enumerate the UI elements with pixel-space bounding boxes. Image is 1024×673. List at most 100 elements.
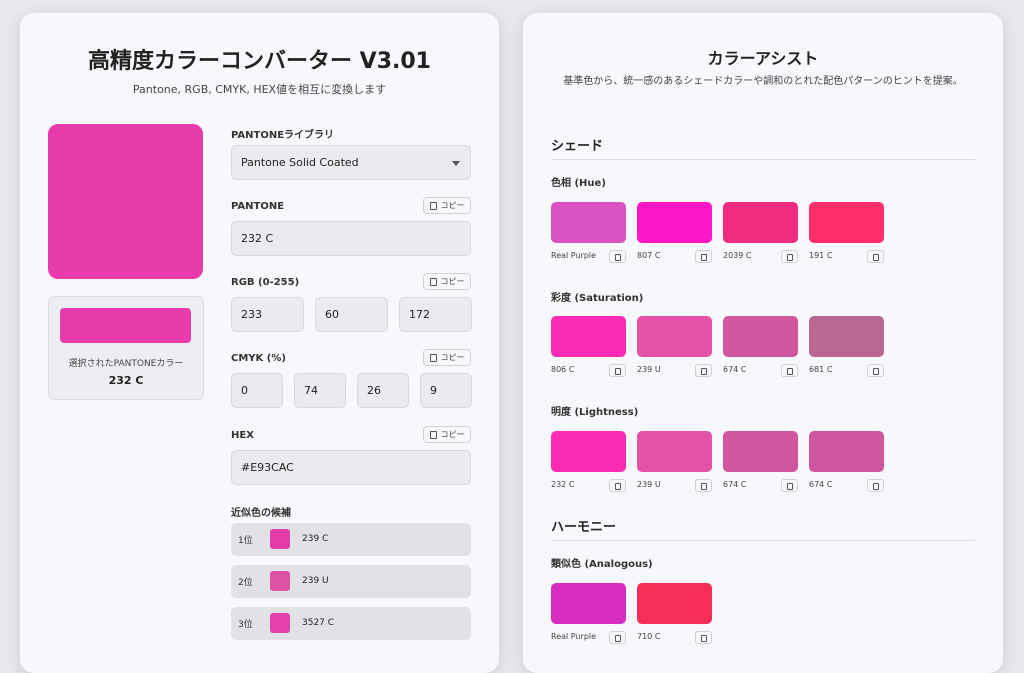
assist-description: 基準色から、統一感のあるシェードカラーや調和のとれた配色パターンのヒントを提案。 [563,76,963,87]
copy-button-label: コピー [440,201,465,210]
selected-color-card: 選択されたPANTONEカラー 232 C [48,296,204,400]
copy-button-label: コピー [440,353,465,362]
cmyk-c-input[interactable]: 0 [231,373,283,408]
candidate-name: 239 U [302,576,329,586]
copy-swatch-button[interactable] [609,631,626,644]
shade-swatch-name: 239 U [637,365,661,374]
copy-icon [787,368,793,375]
candidate-item[interactable]: 1位 239 C [231,523,471,556]
color-assist-panel: カラーアシスト 基準色から、統一感のあるシェードカラーや調和のとれた配色パターン… [523,13,1003,673]
rgb-r-input[interactable]: 233 [231,297,304,332]
copy-rgb-button[interactable]: コピー [423,273,471,290]
shade-swatch-name: Real Purple [551,251,597,260]
copy-hex-button[interactable]: コピー [423,426,471,443]
copy-swatch-button[interactable] [695,364,712,377]
shade-swatch-name: 710 C [637,632,661,641]
shade-swatch[interactable] [637,431,712,472]
app-title: 高精度カラーコンバーター V3.01 [88,49,431,74]
shade-swatch-name: 674 C [723,480,747,489]
harmony-divider [551,540,975,541]
candidate-swatch [270,613,290,633]
shade-swatch-name: 232 C [551,480,575,489]
hex-input[interactable]: #E93CAC [231,450,471,485]
selected-color-bar [60,308,191,343]
copy-swatch-button[interactable] [781,479,798,492]
analogous-swatch-row: Real Purple 710 C [523,583,1003,647]
copy-swatch-button[interactable] [609,250,626,263]
copy-cmyk-button[interactable]: コピー [423,349,471,366]
copy-swatch-button[interactable] [867,364,884,377]
cmyk-y-input[interactable]: 26 [357,373,409,408]
copy-icon [429,353,437,362]
hex-input-value: #E93CAC [241,461,294,474]
hex-label: HEX [231,430,254,441]
copy-icon [615,635,621,642]
selected-color-value: 232 C [108,374,144,387]
rgb-b-value: 172 [409,308,430,321]
copy-icon [429,201,437,210]
copy-swatch-button[interactable] [695,631,712,644]
candidate-name: 239 C [302,534,329,544]
candidate-item[interactable]: 2位 239 U [231,565,471,598]
cmyk-k-input[interactable]: 9 [420,373,472,408]
rgb-g-value: 60 [325,308,339,321]
copy-pantone-button[interactable]: コピー [423,197,471,214]
copy-swatch-button[interactable] [781,364,798,377]
converter-panel: 高精度カラーコンバーター V3.01 Pantone, RGB, CMYK, H… [20,13,499,673]
hue-swatch-row: Real Purple 807 C 2039 C 191 C [523,202,1003,266]
shade-divider [551,159,975,160]
selected-color-label: 選択されたPANTONEカラー [68,359,184,369]
rgb-b-input[interactable]: 172 [399,297,472,332]
shade-swatch-name: 807 C [637,251,661,260]
candidate-swatch [270,529,290,549]
shade-heading: シェード [551,139,604,154]
copy-swatch-button[interactable] [609,364,626,377]
copy-swatch-button[interactable] [867,479,884,492]
copy-icon [873,483,879,490]
shade-swatch[interactable] [637,202,712,243]
candidate-swatch [270,571,290,591]
pantone-input[interactable]: 232 C [231,221,471,256]
copy-button-label: コピー [440,430,465,439]
color-preview-swatch [48,124,203,279]
shade-swatch-name: 2039 C [723,251,752,260]
harmony-heading: ハーモニー [551,520,617,535]
copy-icon [429,277,437,286]
shade-swatch[interactable] [551,316,626,357]
copy-swatch-button[interactable] [609,479,626,492]
shade-swatch-name: 239 U [637,480,661,489]
copy-swatch-button[interactable] [695,250,712,263]
candidates-label: 近似色の候補 [231,508,291,519]
shade-swatch[interactable] [551,202,626,243]
analogous-label: 類似色 (Analogous) [551,559,653,570]
library-select[interactable]: Pantone Solid Coated [231,145,471,180]
shade-swatch[interactable] [809,202,884,243]
candidate-name: 3527 C [302,618,335,628]
library-label: PANTONEライブラリ [231,130,335,141]
copy-swatch-button[interactable] [695,479,712,492]
copy-swatch-button[interactable] [867,250,884,263]
shade-swatch[interactable] [637,316,712,357]
cmyk-m-value: 74 [304,384,318,397]
shade-swatch[interactable] [723,316,798,357]
copy-icon [873,254,879,261]
shade-swatch[interactable] [551,583,626,624]
rgb-g-input[interactable]: 60 [315,297,388,332]
candidate-item[interactable]: 3位 3527 C [231,607,471,640]
shade-swatch-name: 681 C [809,365,833,374]
cmyk-k-value: 9 [430,384,437,397]
shade-swatch[interactable] [551,431,626,472]
shade-swatch[interactable] [809,316,884,357]
shade-swatch[interactable] [637,583,712,624]
copy-swatch-button[interactable] [781,250,798,263]
lightness-label: 明度 (Lightness) [551,407,639,418]
candidate-rank: 3位 [238,620,253,630]
shade-swatch[interactable] [809,431,884,472]
cmyk-m-input[interactable]: 74 [294,373,346,408]
copy-icon [787,483,793,490]
copy-icon [787,254,793,261]
copy-icon [701,483,707,490]
copy-icon [615,483,621,490]
shade-swatch[interactable] [723,431,798,472]
shade-swatch[interactable] [723,202,798,243]
